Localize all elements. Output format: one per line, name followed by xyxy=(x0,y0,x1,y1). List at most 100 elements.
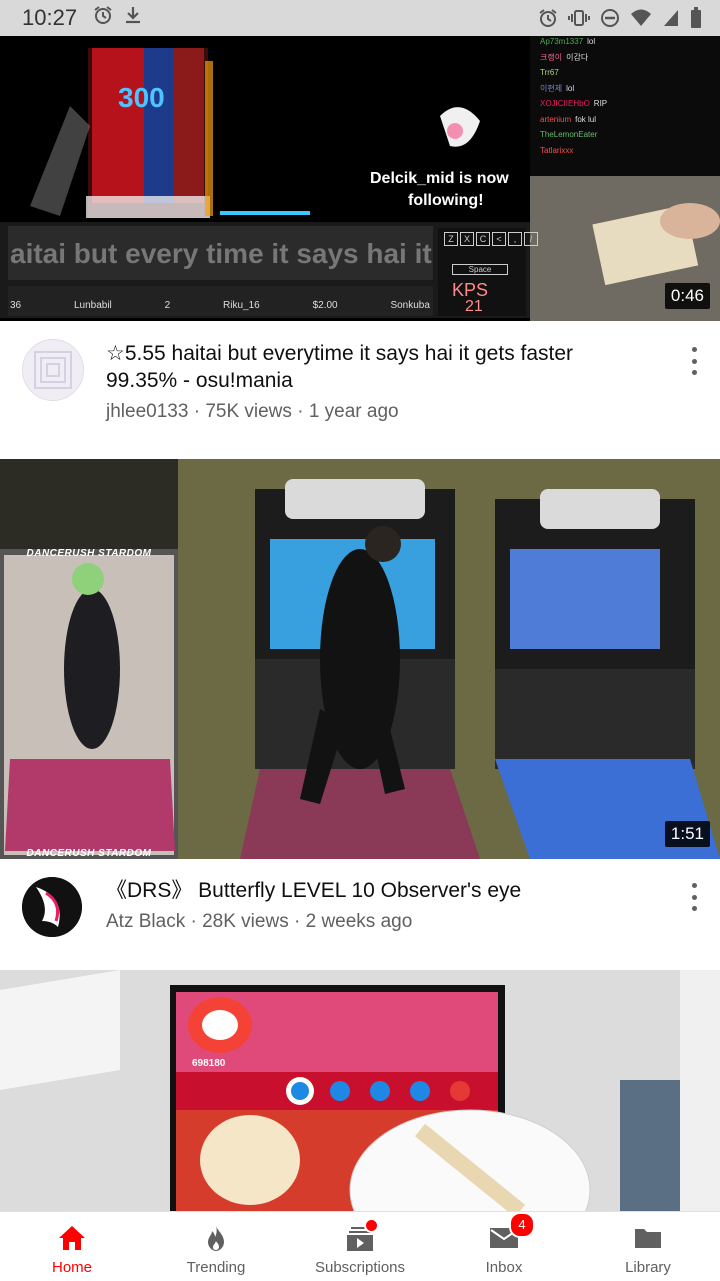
video-meta: 《DRS》 Butterfly LEVEL 10 Observer's eye … xyxy=(0,859,720,970)
nav-label: Library xyxy=(625,1259,671,1276)
key-cap: , xyxy=(508,232,522,246)
key-cap: X xyxy=(460,232,474,246)
channel-name[interactable]: Atz Black xyxy=(106,911,185,932)
mail-icon: 4 xyxy=(489,1212,535,1252)
chat-message: lol xyxy=(566,83,575,93)
separator: · xyxy=(297,401,304,422)
video-thumbnail[interactable]: 300 Delcik_mid is now following! aitai b… xyxy=(0,36,720,321)
separator: · xyxy=(193,401,201,422)
banner-text: aitai but every time it says hai it gets xyxy=(10,238,432,269)
chat-line: artenium fok lul xyxy=(540,114,715,126)
video-subtitle: jhlee0133 · 75K views · 1 year ago xyxy=(106,401,399,423)
alarm-icon xyxy=(538,8,558,28)
video-duration: 1:51 xyxy=(664,821,710,847)
overlay-label-bottom: DANCERUSH STARDOM xyxy=(26,848,152,859)
chat-message: fok lul xyxy=(575,114,597,124)
channel-name[interactable]: jhlee0133 xyxy=(106,401,188,422)
upload-age: 1 year ago xyxy=(308,401,399,422)
player-strip: 36 Lunbabil 2 Riku_16 $2.00 Sonkuba xyxy=(10,300,430,311)
nav-library[interactable]: Library xyxy=(576,1212,720,1281)
chat-user: TheLemonEater xyxy=(540,130,598,139)
follow-line1: Delcik_mid is now xyxy=(370,170,509,187)
subscriptions-icon xyxy=(346,1218,379,1252)
chat-user: Trr67 xyxy=(540,68,559,77)
nav-label: Subscriptions xyxy=(314,1259,406,1276)
nav-label: Home xyxy=(51,1259,92,1276)
video-title[interactable]: 《DRS》 Butterfly LEVEL 10 Observer's eye xyxy=(106,877,646,904)
nav-label: Trending xyxy=(186,1259,246,1276)
chat-line: 크랭이 이감다 xyxy=(540,52,715,64)
nav-label: Inbox xyxy=(485,1259,523,1276)
chat-user: 크랭이 xyxy=(540,52,563,62)
more-options-icon[interactable] xyxy=(686,883,702,911)
chat-message: RIP xyxy=(593,99,608,108)
key-cap: < xyxy=(492,232,506,246)
chat-user: 이편제 xyxy=(540,83,563,93)
nav-inbox[interactable]: 4 Inbox xyxy=(432,1212,576,1281)
score-text: 698180 xyxy=(192,1058,226,1069)
player-label: Riku_16 xyxy=(223,300,260,311)
wifi-icon xyxy=(630,8,652,28)
follow-line2: following! xyxy=(408,192,484,209)
channel-avatar[interactable] xyxy=(22,877,82,937)
vibrate-icon xyxy=(568,8,590,28)
chat-user: artenium xyxy=(540,114,572,124)
chat-line: 이편제 lol xyxy=(540,83,715,95)
chat-user: XOJICIIEHbO xyxy=(540,99,590,108)
download-icon xyxy=(123,5,143,31)
video-subtitle: Atz Black · 28K views · 2 weeks ago xyxy=(106,911,412,933)
bottom-navigation: Home Trending Subscriptions 4 Inbox Libr… xyxy=(0,1211,720,1281)
player-label: Lunbabil xyxy=(73,300,112,311)
view-count: 75K views xyxy=(205,401,292,422)
do-not-disturb-icon xyxy=(600,8,620,28)
new-content-dot xyxy=(364,1218,379,1233)
chat-line: Ap73m1337 lol xyxy=(540,36,715,48)
home-icon xyxy=(57,1224,87,1252)
key-cap: Z xyxy=(444,232,458,246)
nav-trending[interactable]: Trending xyxy=(144,1212,288,1281)
chat-user: Ap73m1337 xyxy=(540,37,584,46)
chat-user: Tatlarixxx xyxy=(540,145,574,155)
thumbnail-art xyxy=(0,970,720,1211)
flame-icon xyxy=(203,1224,229,1252)
status-time: 10:27 xyxy=(22,5,78,30)
player-label: 2 xyxy=(164,300,171,311)
chat-line: Trr67 xyxy=(540,67,715,79)
key-cap: C xyxy=(476,232,490,246)
battery-icon xyxy=(690,7,702,29)
score-text: 300 xyxy=(118,82,165,113)
separator: · xyxy=(190,911,197,932)
video-thumbnail[interactable]: DANCERUSH STARDOM DANCERUSH STARDOM 1:51 xyxy=(0,459,720,859)
thumbnail-art xyxy=(0,459,720,859)
signal-icon xyxy=(662,8,680,28)
key-row: Z X C < , / xyxy=(444,232,538,246)
player-label: 36 xyxy=(10,300,22,311)
space-key: Space xyxy=(452,264,508,275)
player-label: Sonkuba xyxy=(390,300,430,311)
folder-icon xyxy=(633,1224,663,1252)
chat-line: XOJICIIEHbO RIP xyxy=(540,98,715,110)
nav-subscriptions[interactable]: Subscriptions xyxy=(288,1212,432,1281)
video-duration: 0:46 xyxy=(664,283,710,309)
chat-line: Tatlarixxx xyxy=(540,145,715,157)
nav-home[interactable]: Home xyxy=(0,1212,144,1281)
upload-age: 2 weeks ago xyxy=(305,911,413,932)
chat-line: TheLemonEater xyxy=(540,129,715,141)
player-label: $2.00 xyxy=(312,300,338,311)
video-title[interactable]: ☆5.55 haitai but everytime it says hai i… xyxy=(106,340,646,394)
channel-avatar[interactable] xyxy=(22,339,84,401)
chat-message: 이감다 xyxy=(566,52,589,62)
chat-message: lol xyxy=(587,37,596,46)
inbox-badge: 4 xyxy=(509,1212,535,1238)
overlay-label-top: DANCERUSH STARDOM xyxy=(26,548,152,559)
alarm-icon xyxy=(93,5,113,31)
video-thumbnail[interactable]: 698180 xyxy=(0,970,720,1211)
view-count: 28K views xyxy=(202,911,289,932)
kps-value: 21 xyxy=(465,298,483,315)
stream-chat: Ap73m1337 lol 크랭이 이감다 Trr67 이편제 lol XOJICIIEHbO… xyxy=(540,36,715,156)
status-bar: 10:27 xyxy=(0,0,720,36)
separator: · xyxy=(293,911,301,932)
video-meta: ☆5.55 haitai but everytime it says hai i… xyxy=(0,321,720,459)
more-options-icon[interactable] xyxy=(686,347,702,375)
key-cap: / xyxy=(524,232,538,246)
